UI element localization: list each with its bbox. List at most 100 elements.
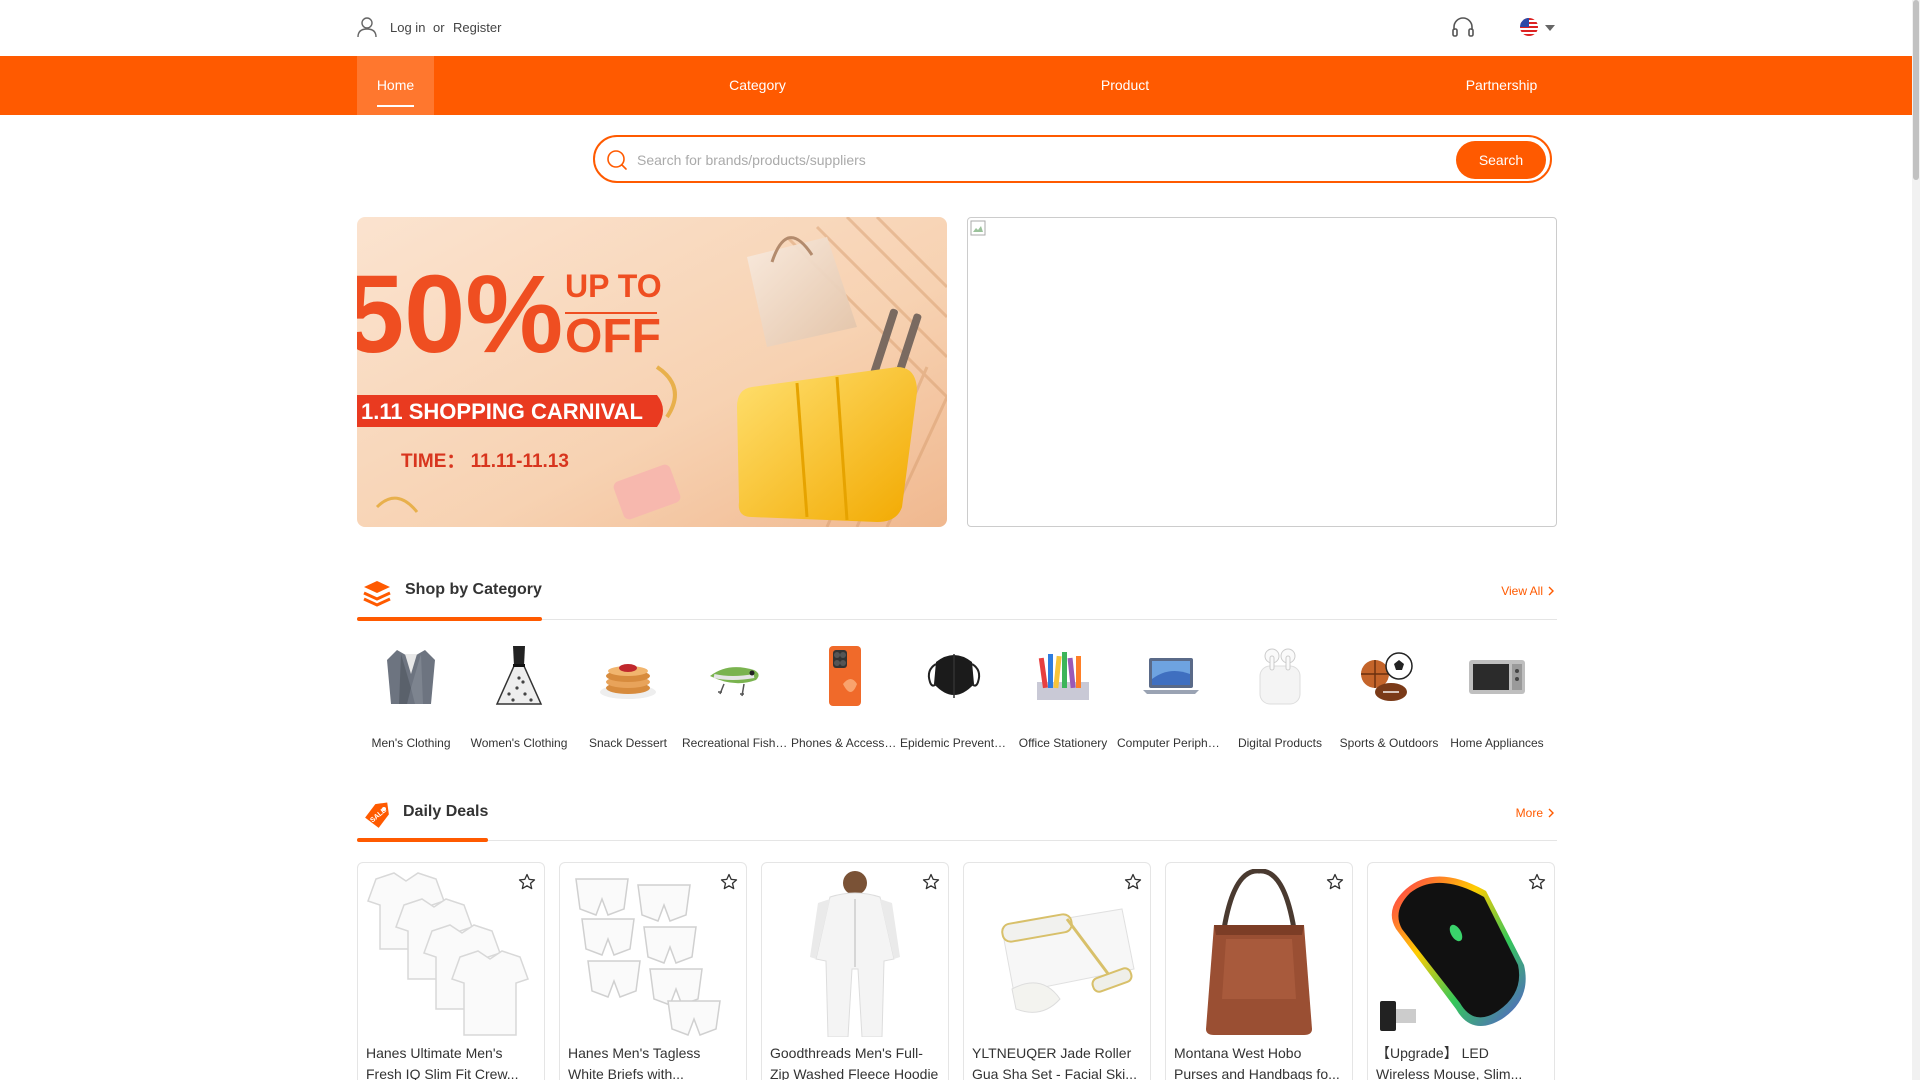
suit-image <box>387 650 435 704</box>
deal-title: Goodthreads Men's Full- Zip Washed Fleec… <box>770 1043 942 1080</box>
deal-title: 【Upgrade】 LED Wireless Mouse, Slim... <box>1376 1043 1548 1080</box>
deal-card[interactable]: 【Upgrade】 LED Wireless Mouse, Slim... <box>1367 862 1555 1080</box>
category-label: Women's Clothing <box>470 736 568 750</box>
category-label: Digital Products <box>1237 736 1323 750</box>
deal-title-line: YLTNEUQER Jade Roller <box>972 1045 1132 1061</box>
nav-partnership[interactable]: Partnership <box>1450 56 1553 115</box>
category-label: Phones & Accessories <box>791 736 899 750</box>
user-icon[interactable] <box>357 16 377 38</box>
category-item[interactable]: Office Stationery <box>1009 640 1117 760</box>
stationery-image <box>1037 652 1089 700</box>
shop-by-category-title: Shop by Category <box>405 581 542 598</box>
category-label: Epidemic Prevention <box>900 736 1008 750</box>
chevron-down-icon <box>1545 25 1555 31</box>
fishing-lure-image <box>710 667 759 697</box>
category-item[interactable]: Digital Products <box>1226 640 1334 760</box>
chevron-right-icon[interactable] <box>1547 808 1555 818</box>
category-label: Men's Clothing <box>371 736 451 750</box>
category-item[interactable]: Recreational Fishing <box>682 640 790 760</box>
deal-title: YLTNEUQER Jade Roller Gua Sha Set - Faci… <box>972 1043 1144 1080</box>
deal-card[interactable]: Montana West Hobo Purses and Handbags fo… <box>1165 862 1353 1080</box>
main-nav: Home Category Product Partnership <box>0 56 1912 115</box>
scrollbar-thumb[interactable] <box>1913 0 1919 180</box>
promo-banner-image: 50% UP TO OFF 1.11 SHOPPING CARNIVAL TIM… <box>357 217 947 527</box>
nav-product[interactable]: Product <box>1075 56 1175 115</box>
star-icon[interactable] <box>720 873 738 891</box>
category-item[interactable]: Women's Clothing <box>465 640 573 760</box>
category-label: Recreational Fishing <box>682 736 790 750</box>
deal-card[interactable]: YLTNEUQER Jade Roller Gua Sha Set - Faci… <box>963 862 1151 1080</box>
category-label: Snack Dessert <box>588 736 668 750</box>
top-bar: Log in or Register <box>0 0 1912 56</box>
deal-title-line: Purses and Handbags fo... <box>1174 1066 1340 1080</box>
page-scrollbar[interactable] <box>1912 0 1920 1080</box>
nav-home[interactable]: Home <box>357 56 434 115</box>
secondary-banner[interactable] <box>967 217 1557 527</box>
deal-title: Hanes Men's Tagless White Briefs with... <box>568 1043 740 1080</box>
deal-card[interactable]: Goodthreads Men's Full- Zip Washed Fleec… <box>761 862 949 1080</box>
search-button[interactable]: Search <box>1456 141 1546 179</box>
handbag-image <box>1206 869 1312 1035</box>
star-icon[interactable] <box>518 873 536 891</box>
category-list: Men's Clothing Women's Clothing Snack De… <box>357 640 1557 760</box>
star-icon[interactable] <box>1528 873 1546 891</box>
shop-by-category-header: Shop by Category View All <box>357 572 1557 621</box>
view-all-link[interactable]: View All <box>1501 584 1543 598</box>
section-underline <box>357 617 542 621</box>
sports-balls-image <box>1361 652 1413 701</box>
search-bar: Search <box>593 135 1552 183</box>
deal-title-line: Fresh IQ Slim Fit Crew... <box>366 1066 519 1080</box>
banner-up-to: UP TO <box>565 268 662 304</box>
category-label: Office Stationery <box>1018 736 1108 750</box>
deal-title-line: Hanes Ultimate Men's <box>366 1045 503 1061</box>
login-link[interactable]: Log in <box>390 20 425 35</box>
microwave-image <box>1469 660 1525 694</box>
category-item[interactable]: Computer Peripherals <box>1117 640 1225 760</box>
or-text: or <box>433 20 445 35</box>
layers-icon <box>363 581 391 607</box>
category-item[interactable]: Phones & Accessories <box>791 640 899 760</box>
pancake-image <box>600 664 656 699</box>
earbuds-image <box>1259 648 1301 705</box>
banner-event: 1.11 SHOPPING CARNIVAL <box>361 399 643 424</box>
banner-discount: 50% <box>357 253 563 376</box>
deal-title-line: Zip Washed Fleece Hoodie <box>770 1066 939 1080</box>
sale-tag-icon: SALE <box>365 802 389 828</box>
deal-card[interactable]: Hanes Men's Tagless White Briefs with... <box>559 862 747 1080</box>
headset-icon[interactable] <box>1451 16 1475 38</box>
deal-title: Montana West Hobo Purses and Handbags fo… <box>1174 1043 1346 1080</box>
chevron-right-icon[interactable] <box>1547 586 1555 596</box>
star-icon[interactable] <box>1326 873 1344 891</box>
category-label: Sports & Outdoors <box>1339 736 1439 750</box>
deal-title-line: 【Upgrade】 LED <box>1376 1045 1489 1061</box>
hoodie-image <box>810 871 900 1037</box>
star-icon[interactable] <box>922 873 940 891</box>
deal-title-line: Montana West Hobo <box>1174 1045 1302 1061</box>
tshirts-image <box>367 872 529 1036</box>
laptop-image <box>1143 658 1199 694</box>
register-link[interactable]: Register <box>453 20 501 35</box>
deal-title-line: Wireless Mouse, Slim... <box>1376 1066 1523 1080</box>
broken-image-icon <box>970 220 986 236</box>
category-item[interactable]: Home Appliances <box>1443 640 1551 760</box>
deal-card[interactable]: Hanes Ultimate Men's Fresh IQ Slim Fit C… <box>357 862 545 1080</box>
deal-title: Hanes Ultimate Men's Fresh IQ Slim Fit C… <box>366 1043 538 1080</box>
nav-category[interactable]: Category <box>700 56 815 115</box>
search-input[interactable] <box>637 147 1417 173</box>
category-item[interactable]: Snack Dessert <box>574 640 682 760</box>
category-label: Computer Peripherals <box>1117 736 1225 750</box>
phone-image <box>829 646 861 706</box>
promo-banner[interactable]: 50% UP TO OFF 1.11 SHOPPING CARNIVAL TIM… <box>357 217 947 527</box>
category-item[interactable]: Sports & Outdoors <box>1335 640 1443 760</box>
deal-title-line: White Briefs with... <box>568 1066 684 1080</box>
category-label: Home Appliances <box>1450 736 1544 750</box>
wireless-mouse-image <box>1380 876 1526 1031</box>
top-bar-inner: Log in or Register <box>357 0 1557 56</box>
more-link[interactable]: More <box>1516 806 1543 820</box>
category-item[interactable]: Men's Clothing <box>357 640 465 760</box>
daily-deals-title: Daily Deals <box>403 803 489 820</box>
language-selector[interactable] <box>1520 17 1560 39</box>
category-item[interactable]: Epidemic Prevention <box>900 640 1008 760</box>
deal-title-line: Gua Sha Set - Facial Ski... <box>972 1066 1137 1080</box>
star-icon[interactable] <box>1124 873 1142 891</box>
